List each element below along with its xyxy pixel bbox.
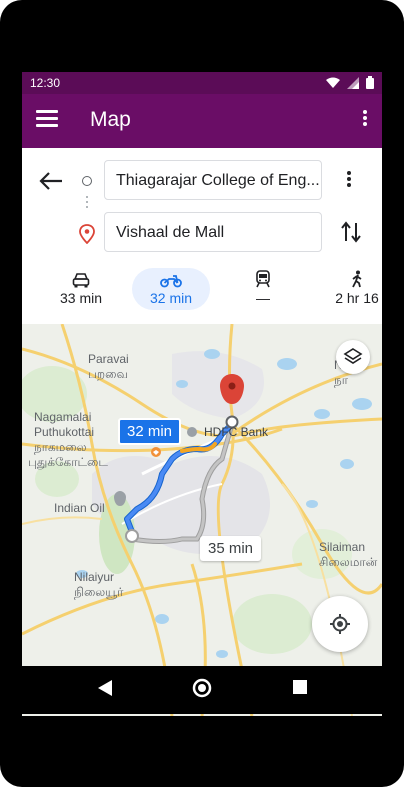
back-arrow-icon[interactable] — [38, 170, 64, 192]
map-label: Puthukottai — [34, 425, 95, 439]
primary-route-label[interactable]: 32 min — [118, 418, 182, 445]
destination-pin-icon — [79, 224, 95, 244]
swap-icon[interactable] — [340, 220, 362, 244]
app-bar: Map — [22, 94, 382, 148]
map-label: நாகமலை — [34, 440, 87, 454]
map-canvas — [22, 324, 382, 716]
mode-car-time: 33 min — [59, 290, 103, 306]
status-bar: 12:30 — [22, 72, 382, 94]
map-label: Indian Oil — [54, 501, 105, 515]
map-label: புதுக்கோட்டை — [28, 455, 108, 469]
origin-field[interactable]: Thiagarajar College of Eng... — [104, 160, 322, 200]
directions-options-icon[interactable] — [344, 170, 354, 192]
overflow-menu-icon[interactable] — [362, 108, 368, 130]
home-nav-icon[interactable] — [192, 678, 212, 698]
map-label: Paravai — [88, 352, 129, 366]
map-label: Silaiman — [319, 540, 366, 554]
mode-transit-time: — — [256, 290, 270, 306]
my-location-button[interactable] — [312, 596, 368, 652]
status-icons — [326, 76, 374, 89]
motorbike-icon — [160, 275, 182, 288]
menu-icon[interactable] — [36, 110, 58, 128]
origin-circle-icon — [82, 176, 92, 186]
map-label: நிலையூர் — [74, 585, 124, 599]
map-label: நா — [334, 373, 348, 387]
layers-button[interactable] — [336, 340, 370, 374]
destination-field[interactable]: Vishaal de Mall — [104, 212, 322, 252]
alt-route-label[interactable]: 35 min — [200, 536, 262, 561]
map-label: சிலைமான் — [319, 555, 378, 569]
mode-transit[interactable]: — — [224, 268, 302, 310]
back-nav-icon[interactable] — [96, 678, 114, 698]
layers-icon — [343, 348, 363, 364]
recents-nav-icon[interactable] — [292, 678, 308, 696]
wifi-icon — [326, 77, 340, 88]
status-time: 12:30 — [30, 76, 61, 90]
battery-icon — [366, 76, 374, 89]
screen: 12:30 Map Thiagarajar College of Eng... … — [22, 72, 382, 716]
app-title: Map — [90, 108, 131, 131]
system-nav-bar — [22, 666, 382, 714]
my-location-icon — [330, 614, 350, 634]
mode-bike-time: 32 min — [149, 290, 193, 306]
mode-walk-time: 2 hr 16 — [335, 290, 379, 306]
signal-icon — [347, 76, 359, 89]
map-label: பறவை — [88, 367, 128, 381]
directions-panel: Thiagarajar College of Eng... Vishaal de… — [22, 148, 382, 324]
mode-bike[interactable]: 32 min — [132, 268, 210, 310]
map-label: Nilaiyur — [74, 570, 115, 584]
train-icon — [256, 270, 270, 288]
mode-walk[interactable]: 2 hr 16 — [318, 268, 382, 310]
map-label: Nagamalai — [34, 410, 92, 424]
map-view[interactable]: Paravai பறவை Nagamalai Puthukottai நாகமல… — [22, 324, 382, 716]
travel-modes: 33 min 32 min — 2 hr 16 — [22, 264, 382, 324]
route-dots-icon — [86, 196, 89, 211]
car-icon — [72, 273, 90, 288]
map-label: HDFC Bank — [204, 425, 269, 439]
mode-car[interactable]: 33 min — [42, 268, 120, 310]
walking-icon — [352, 270, 362, 288]
